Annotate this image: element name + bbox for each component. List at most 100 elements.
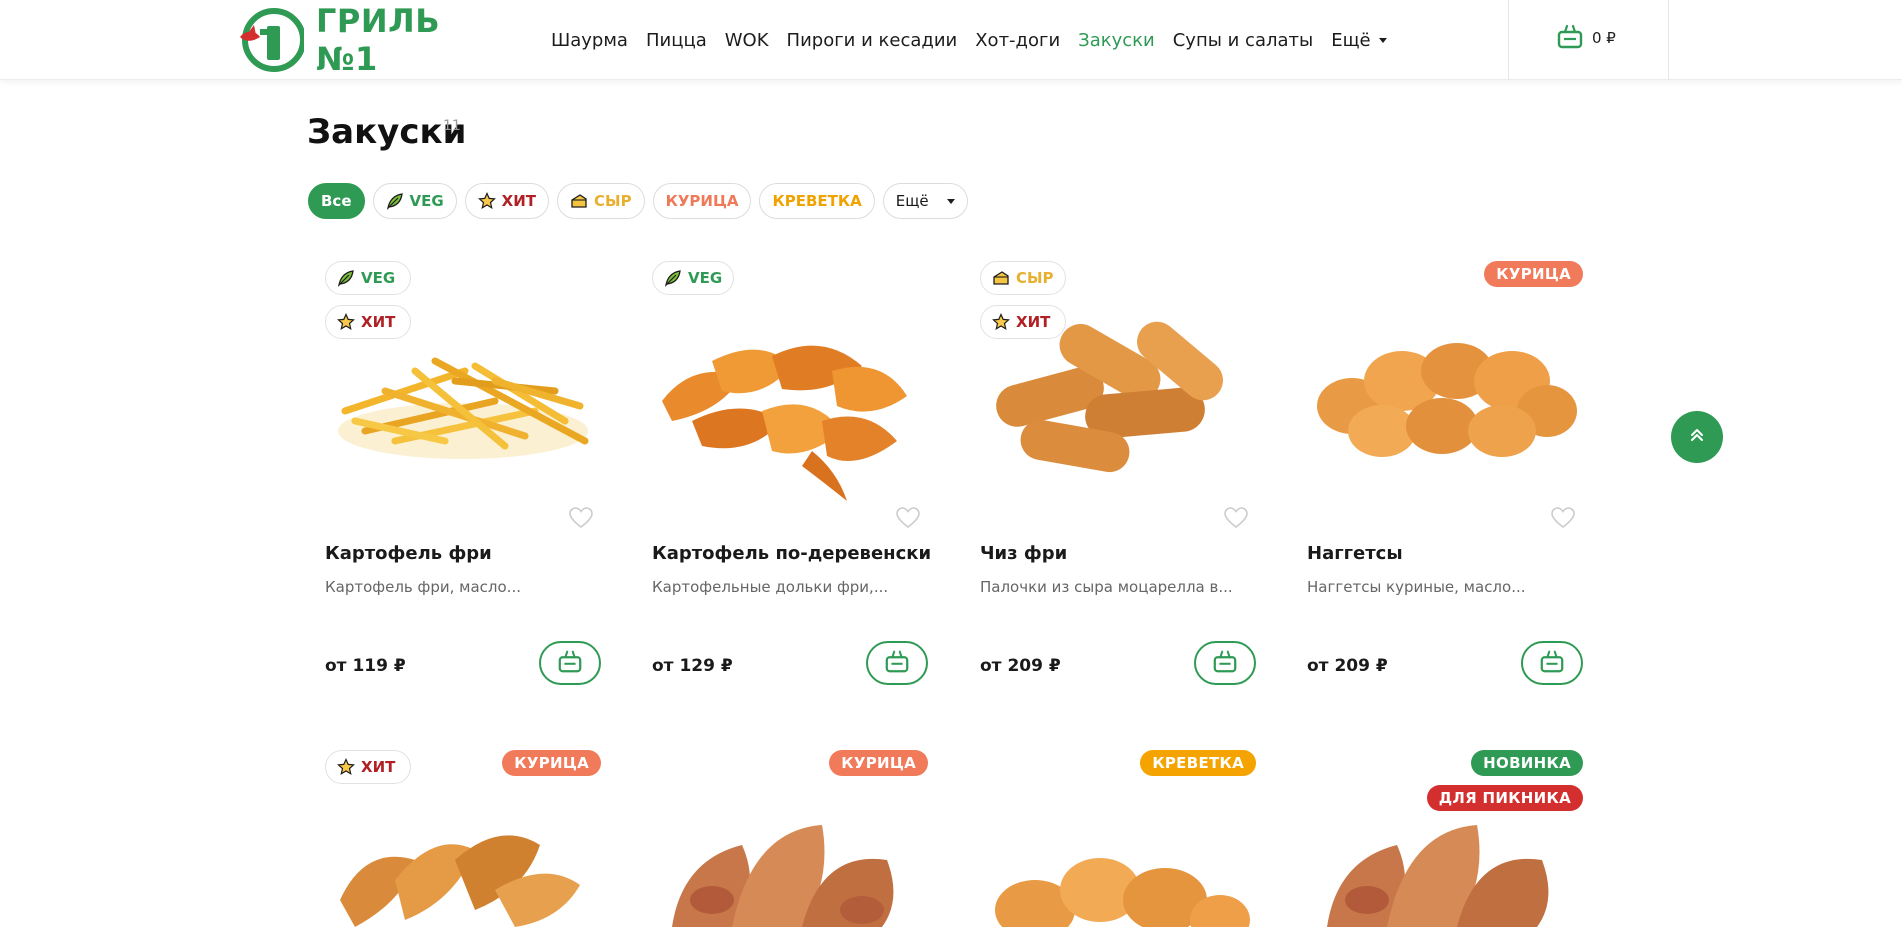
product-card[interactable]: КУРИЦА Наггетсы Наггетсы куриные, масло.… xyxy=(1307,261,1583,691)
filter-veg[interactable]: VEG xyxy=(372,183,457,219)
cart-icon xyxy=(1556,22,1584,54)
heart-icon[interactable] xyxy=(896,507,920,533)
chevron-down-icon xyxy=(946,198,955,204)
product-image[interactable] xyxy=(980,750,1256,927)
product-card[interactable]: ХИТ КУРИЦА xyxy=(325,750,601,927)
product-name[interactable]: Картофель фри xyxy=(325,543,492,564)
product-name[interactable]: Чиз фри xyxy=(980,543,1067,564)
badge-veg: VEG xyxy=(652,261,735,295)
logo-text: ГРИЛЬ №1 xyxy=(316,2,441,78)
badge-label: СЫР xyxy=(1016,269,1054,287)
site-header: ГРИЛЬ №1 Шаурма Пицца WOK Пироги и кесад… xyxy=(0,0,1902,80)
product-price: от 119 ₽ xyxy=(325,656,406,676)
product-badges: VEG ХИТ xyxy=(325,261,411,349)
heart-icon[interactable] xyxy=(1551,507,1575,533)
cart-amount: 0 ₽ xyxy=(1592,29,1616,47)
star-icon xyxy=(337,758,355,776)
badge-label: VEG xyxy=(688,269,723,287)
nav-item-soups[interactable]: Супы и салаты xyxy=(1173,30,1314,51)
cheese-icon xyxy=(570,192,588,210)
heart-icon[interactable] xyxy=(1224,507,1248,533)
basket-icon xyxy=(1212,648,1238,678)
basket-icon xyxy=(1539,648,1565,678)
product-badges: ХИТ xyxy=(325,750,411,794)
logo[interactable]: ГРИЛЬ №1 xyxy=(238,2,508,78)
filter-cheese[interactable]: СЫР xyxy=(557,183,645,219)
basket-icon xyxy=(884,648,910,678)
leaf-icon xyxy=(337,269,355,287)
filter-all[interactable]: Все xyxy=(308,183,365,219)
product-badges: СЫР ХИТ xyxy=(980,261,1066,349)
tag-shrimp: КРЕВЕТКА xyxy=(1140,750,1256,776)
product-description: Картофель фри, масло... xyxy=(325,578,521,596)
nav-item-shawarma[interactable]: Шаурма xyxy=(551,30,628,51)
nav-item-pizza[interactable]: Пицца xyxy=(646,30,707,51)
nav-more-label: Ещё xyxy=(1331,29,1371,51)
filter-chicken-label: КУРИЦА xyxy=(665,192,739,210)
filter-hit-label: ХИТ xyxy=(501,192,537,210)
product-count: 11 xyxy=(443,118,461,134)
add-to-cart-button[interactable] xyxy=(539,641,601,685)
tag-new: НОВИНКА xyxy=(1471,750,1583,776)
nav-item-wok[interactable]: WOK xyxy=(725,30,769,51)
leaf-icon xyxy=(664,269,682,287)
product-card[interactable]: VEG ХИТ Картофель фри Картофель фри, мас… xyxy=(325,261,601,691)
header-divider xyxy=(1508,0,1509,80)
product-card[interactable]: СЫР ХИТ Чиз фри Палочки из сыра моцарелл… xyxy=(980,261,1256,691)
product-card[interactable]: НОВИНКА ДЛЯ ПИКНИКА xyxy=(1307,750,1583,927)
tag-chicken: КУРИЦА xyxy=(502,750,601,776)
badge-label: ХИТ xyxy=(361,758,396,776)
product-name[interactable]: Картофель по-деревенски xyxy=(652,543,931,564)
heart-icon[interactable] xyxy=(569,507,593,533)
product-price: от 209 ₽ xyxy=(1307,656,1388,676)
nav-more-dropdown[interactable]: Ещё xyxy=(1331,29,1387,51)
add-to-cart-button[interactable] xyxy=(1194,641,1256,685)
product-card[interactable]: КУРИЦА xyxy=(652,750,928,927)
filter-all-label: Все xyxy=(321,192,352,210)
cart-button[interactable]: 0 ₽ xyxy=(1556,22,1616,54)
scroll-to-top-button[interactable] xyxy=(1671,411,1723,463)
product-card[interactable]: КРЕВЕТКА xyxy=(980,750,1256,927)
nav-item-pies[interactable]: Пироги и кесадии xyxy=(787,30,958,51)
tag-chicken: КУРИЦА xyxy=(1484,261,1583,287)
tag-picnic: ДЛЯ ПИКНИКА xyxy=(1426,785,1583,811)
star-icon xyxy=(992,313,1010,331)
product-description: Палочки из сыра моцарелла в... xyxy=(980,578,1233,596)
filter-more-dropdown[interactable]: Ещё xyxy=(882,183,968,219)
product-card[interactable]: VEG Картофель по-деревенски Картофельные… xyxy=(652,261,931,691)
filter-more-label: Ещё xyxy=(895,192,929,210)
nav-item-hotdogs[interactable]: Хот-доги xyxy=(975,30,1060,51)
basket-icon xyxy=(557,648,583,678)
filter-chicken[interactable]: КУРИЦА xyxy=(652,183,752,219)
leaf-icon xyxy=(386,192,404,210)
header-divider xyxy=(1668,0,1669,80)
product-image[interactable] xyxy=(652,750,928,927)
product-badges: VEG xyxy=(652,261,735,305)
badge-hit: ХИТ xyxy=(325,750,411,784)
product-image[interactable] xyxy=(1307,750,1583,927)
logo-mark-icon xyxy=(238,7,306,73)
badge-hit: ХИТ xyxy=(325,305,411,339)
nav-item-snacks[interactable]: Закуски xyxy=(1078,30,1155,51)
chevron-down-icon xyxy=(1378,37,1387,43)
arrow-up-icon xyxy=(1689,427,1705,447)
add-to-cart-button[interactable] xyxy=(866,641,928,685)
filter-hit[interactable]: ХИТ xyxy=(464,183,550,219)
badge-label: ХИТ xyxy=(361,313,396,331)
tag-chicken: КУРИЦА xyxy=(829,750,928,776)
badge-cheese: СЫР xyxy=(980,261,1066,295)
product-name[interactable]: Наггетсы xyxy=(1307,543,1403,564)
badge-veg: VEG xyxy=(325,261,411,295)
filter-shrimp[interactable]: КРЕВЕТКА xyxy=(759,183,875,219)
product-image[interactable] xyxy=(1307,261,1583,531)
product-description: Наггетсы куриные, масло... xyxy=(1307,578,1526,596)
add-to-cart-button[interactable] xyxy=(1521,641,1583,685)
product-price: от 209 ₽ xyxy=(980,656,1061,676)
badge-hit: ХИТ xyxy=(980,305,1066,339)
star-icon xyxy=(337,313,355,331)
badge-label: VEG xyxy=(361,269,396,287)
filter-bar: Все VEG ХИТ СЫР КУРИЦА КРЕВЕТКА Ещё xyxy=(308,183,976,219)
filter-shrimp-label: КРЕВЕТКА xyxy=(772,192,862,210)
filter-cheese-label: СЫР xyxy=(594,192,632,210)
filter-veg-label: VEG xyxy=(409,192,444,210)
